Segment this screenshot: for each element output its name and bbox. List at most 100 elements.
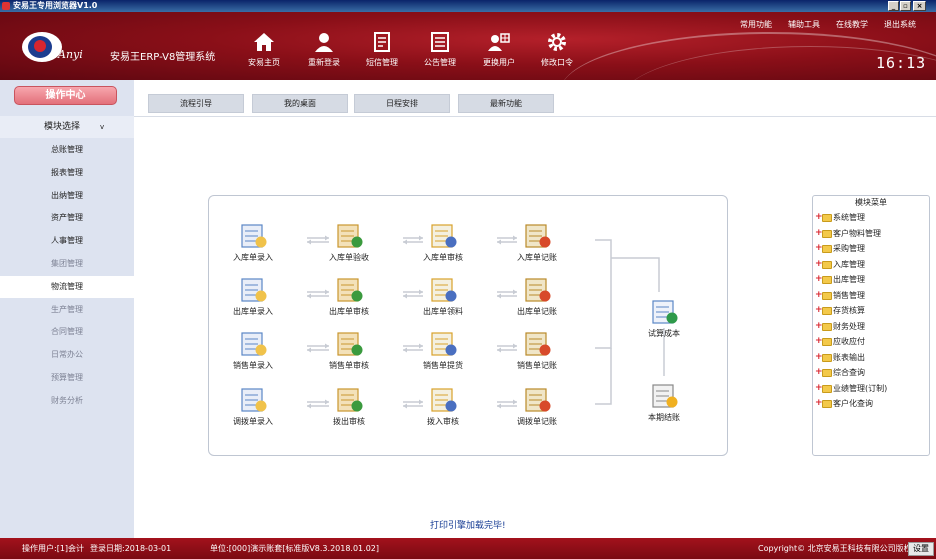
nav-notice-button[interactable]: 公告管理	[414, 30, 466, 76]
sidebar-item[interactable]: 出纳管理	[0, 185, 134, 207]
tab-new-features[interactable]: 最新功能	[458, 94, 554, 113]
module-menu-item[interactable]: + 销售管理	[813, 288, 929, 304]
flow-node[interactable]: 试算成本	[634, 298, 694, 339]
flow-node-label: 调拨单记账	[517, 417, 557, 426]
flow-node[interactable]: 入库单验收	[319, 222, 379, 263]
nav-change-password-button[interactable]: 修改口令	[531, 30, 583, 76]
flow-arrowhead	[307, 293, 311, 299]
module-menu-item[interactable]: + 入库管理	[813, 257, 929, 273]
app-icon	[2, 2, 10, 10]
flow-node[interactable]: 调拨单记账	[507, 386, 567, 427]
link-exit-system[interactable]: 退出系统	[884, 19, 916, 30]
clipboard-icon	[525, 388, 551, 412]
clipboard-icon	[525, 224, 551, 248]
folder-icon	[822, 229, 832, 238]
flow-node[interactable]: 出库单录入	[223, 276, 283, 317]
folder-icon	[822, 276, 832, 284]
folder-icon	[822, 291, 832, 300]
flow-node[interactable]: 销售单记账	[507, 330, 567, 371]
module-menu-item[interactable]: + 财务处理	[813, 319, 929, 335]
nav-relogin-button[interactable]: 重新登录	[298, 30, 350, 76]
flow-node[interactable]: 入库单记账	[507, 222, 567, 263]
sidebar-item[interactable]: 合同管理	[0, 321, 134, 343]
flow-node[interactable]: 拨入审核	[413, 386, 473, 427]
tab-schedule[interactable]: 日程安排	[354, 94, 450, 113]
logo: Anyi	[22, 28, 94, 68]
restore-button[interactable]: ▫	[900, 1, 911, 11]
module-menu-item[interactable]: + 系统管理	[813, 210, 929, 226]
flow-node[interactable]: 拨出审核	[319, 386, 379, 427]
document-pen-icon	[241, 278, 267, 302]
sidebar: 操作中心 模块选择 v 总账管理 报表管理 出纳管理 资产管理 人事管理 集团管理 物流管理…	[0, 80, 134, 538]
tab-flow-guide[interactable]: 流程引导	[148, 94, 244, 113]
link-aux-tools[interactable]: 辅助工具	[788, 19, 820, 30]
app-header: Anyi 安易王ERP-V8管理系统 安易主页 重新登录 短信管理 公告管理 更…	[0, 12, 936, 80]
document-pen-icon	[241, 224, 267, 248]
flow-node[interactable]: 销售单提货	[413, 330, 473, 371]
link-common-functions[interactable]: 常用功能	[740, 19, 772, 30]
flow-node[interactable]: 出库单领料	[413, 276, 473, 317]
nav-switch-user-button[interactable]: 更换用户	[473, 30, 525, 76]
module-select[interactable]: 模块选择 v	[0, 116, 134, 138]
module-menu-item[interactable]: + 采购管理	[813, 241, 929, 257]
sidebar-item[interactable]: 日常办公	[0, 344, 134, 366]
flow-node-label: 入库单审核	[423, 253, 463, 262]
module-menu-title: 模块菜单	[855, 198, 887, 207]
folder-icon	[822, 400, 832, 408]
tab-my-desktop[interactable]: 我的桌面	[252, 94, 348, 113]
switch-user-icon	[488, 33, 510, 51]
status-copyright: Copyright© 北京安易王科技有限公司版权	[758, 544, 912, 553]
close-button[interactable]: ×	[913, 1, 926, 11]
module-menu-label: 综合查询	[833, 368, 865, 377]
flow-node[interactable]: 入库单审核	[413, 222, 473, 263]
flow-node[interactable]: 出库单审核	[319, 276, 379, 317]
minimize-button[interactable]: _	[888, 1, 899, 11]
sidebar-item[interactable]: 生产管理	[0, 299, 134, 321]
module-menu-item[interactable]: + 存货核算	[813, 303, 929, 319]
flow-node-label: 试算成本	[648, 329, 680, 338]
sidebar-item[interactable]: 财务分析	[0, 390, 134, 412]
sidebar-item[interactable]: 人事管理	[0, 230, 134, 252]
module-menu-item[interactable]: + 账表输出	[813, 350, 929, 366]
nav-home-button[interactable]: 安易主页	[238, 30, 290, 76]
sidebar-item[interactable]: 预算管理	[0, 367, 134, 389]
flow-node[interactable]: 本期结账	[634, 382, 694, 423]
module-menu-item[interactable]: + 应收应付	[813, 334, 929, 350]
module-menu-label: 业绩管理(订制)	[833, 383, 888, 393]
flow-node[interactable]: 销售单录入	[223, 330, 283, 371]
folder-icon	[822, 384, 832, 393]
flow-arrowhead	[497, 293, 501, 299]
flow-arrowhead	[307, 403, 311, 409]
module-menu-item[interactable]: + 出库管理	[813, 272, 929, 288]
status-login-date: 登录日期:2018-03-01	[90, 544, 172, 553]
module-select-label: 模块选择	[44, 122, 81, 132]
nav-label: 修改口令	[541, 58, 573, 67]
nav-sms-button[interactable]: 短信管理	[356, 30, 408, 76]
nav-label: 重新登录	[308, 58, 340, 67]
module-menu-item[interactable]: + 综合查询	[813, 365, 929, 381]
folder-icon	[822, 369, 832, 377]
sidebar-item[interactable]: 报表管理	[0, 162, 134, 184]
flow-node[interactable]: 入库单录入	[223, 222, 283, 263]
module-menu-label: 账表输出	[833, 352, 865, 362]
flow-node[interactable]: 调拨单录入	[223, 386, 283, 427]
flow-node-label: 出库单录入	[233, 307, 273, 316]
box-icon	[337, 224, 363, 248]
flow-arrowhead	[403, 403, 407, 409]
flow-connector	[595, 348, 612, 405]
sidebar-item[interactable]: 集团管理	[0, 253, 134, 275]
flow-node[interactable]: 销售单审核	[319, 330, 379, 371]
flow-node-label: 本期结账	[648, 413, 680, 422]
module-menu-item[interactable]: + 客户物料管理	[813, 226, 929, 242]
operation-center-button[interactable]: 操作中心	[14, 86, 117, 105]
module-menu-item[interactable]: + 业绩管理(订制)	[813, 381, 929, 397]
link-online-teaching[interactable]: 在线教学	[836, 19, 868, 30]
module-menu-item[interactable]: + 客户化查询	[813, 396, 929, 412]
flow-node[interactable]: 出库单记账	[507, 276, 567, 317]
sidebar-item[interactable]: 总账管理	[0, 139, 134, 161]
flow-node-label: 出库单领料	[423, 307, 463, 316]
sidebar-item[interactable]: 物流管理	[0, 275, 134, 298]
module-menu-label: 采购管理	[833, 244, 865, 253]
sidebar-item[interactable]: 资产管理	[0, 207, 134, 229]
settings-button[interactable]: 设置	[908, 542, 934, 556]
